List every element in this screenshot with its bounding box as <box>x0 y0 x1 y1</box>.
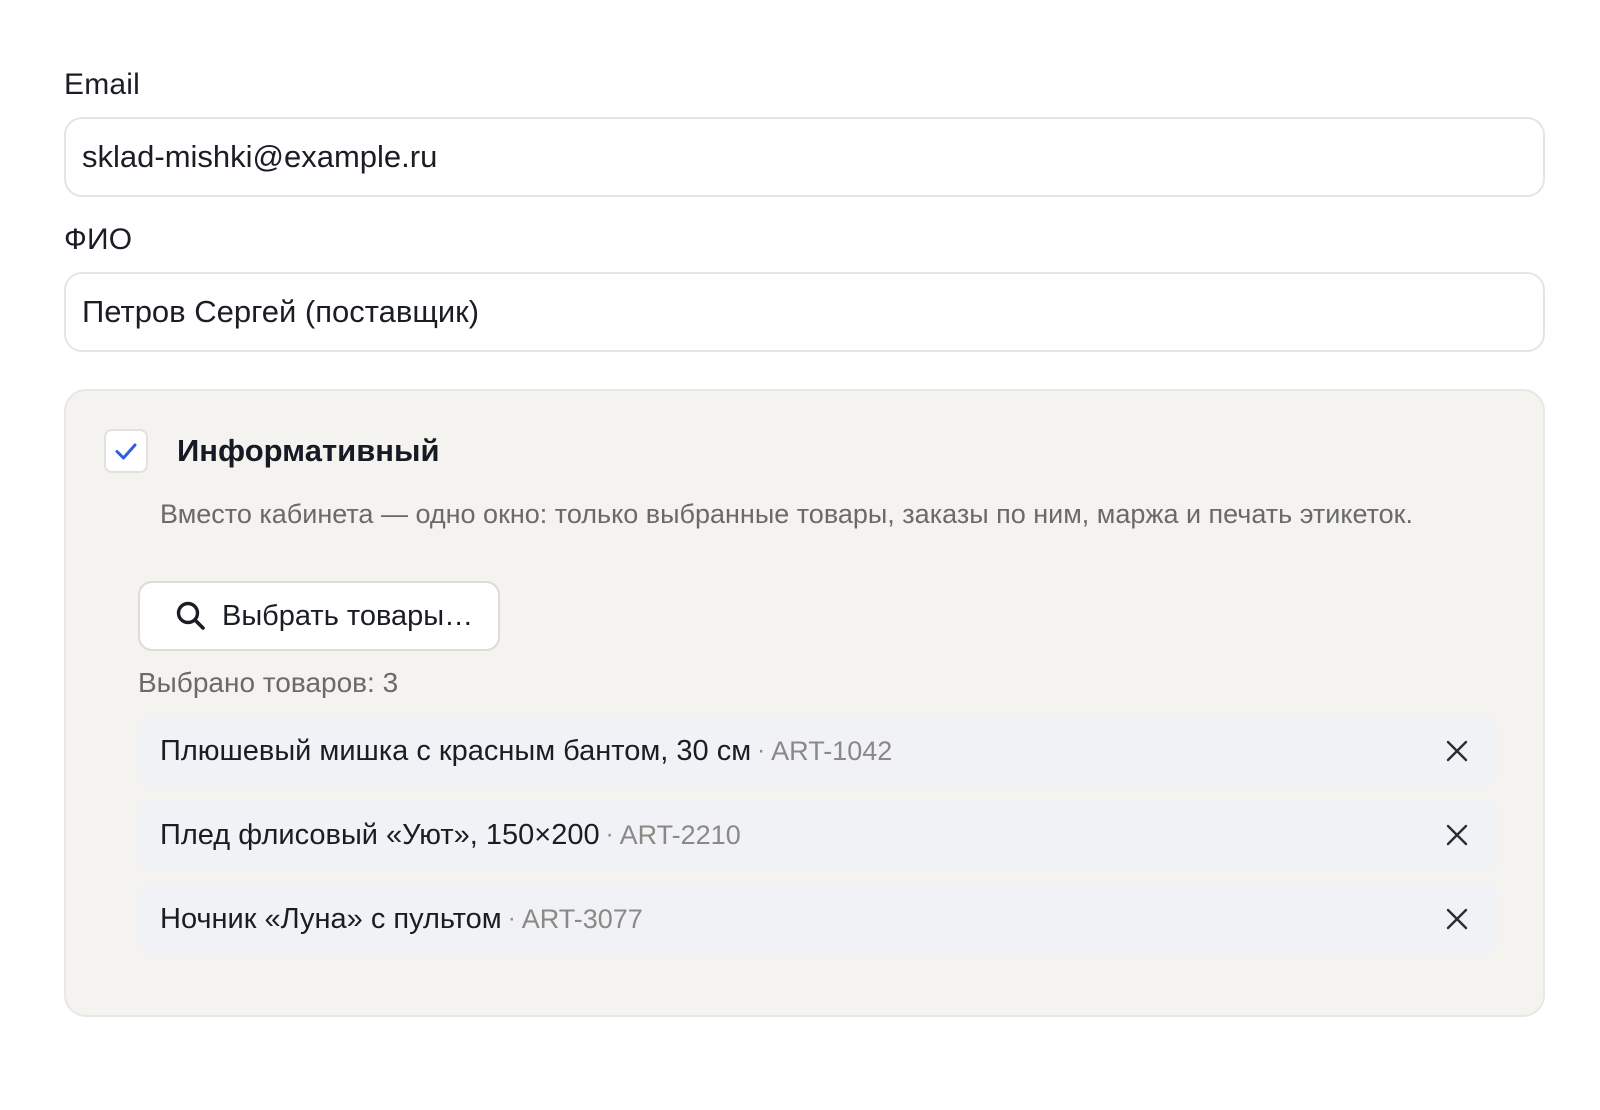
informative-mode-panel: Информативный Вместо кабинета — одно окн… <box>64 389 1545 1017</box>
product-name: Плед флисовый «Уют», 150×200 <box>160 818 600 851</box>
product-name: Плюшевый мишка с красным бантом, 30 см <box>160 734 752 767</box>
informative-description: Вместо кабинета — одно окно: только выбр… <box>160 499 1413 529</box>
list-item: Плед флисовый «Уют», 150×200 · ART-2210 <box>138 799 1498 871</box>
email-field[interactable] <box>64 117 1545 197</box>
selected-products-list: Плюшевый мишка с красным бантом, 30 см ·… <box>138 715 1498 967</box>
separator: · <box>507 905 516 932</box>
product-name: Ночник «Луна» с пультом <box>160 902 502 935</box>
list-item: Ночник «Луна» с пультом · ART-3077 <box>138 883 1498 955</box>
list-item: Плюшевый мишка с красным бантом, 30 см ·… <box>138 715 1498 787</box>
fio-label: ФИО <box>64 223 133 256</box>
close-icon[interactable] <box>1442 904 1472 934</box>
product-article: ART-1042 <box>771 735 893 766</box>
product-article: ART-2210 <box>619 819 741 850</box>
close-icon[interactable] <box>1442 820 1472 850</box>
separator: · <box>605 821 614 848</box>
informative-title: Информативный <box>177 433 440 468</box>
email-label: Email <box>64 68 141 101</box>
checkmark-icon <box>115 443 137 460</box>
close-icon[interactable] <box>1442 736 1472 766</box>
search-icon <box>174 599 208 633</box>
select-products-button[interactable]: Выбрать товары… <box>138 581 500 651</box>
product-article: ART-3077 <box>521 903 643 934</box>
informative-checkbox[interactable] <box>104 429 148 473</box>
fio-field[interactable] <box>64 272 1545 352</box>
selected-count: Выбрано товаров: 3 <box>138 667 399 698</box>
select-products-label: Выбрать товары… <box>222 599 474 632</box>
separator: · <box>757 737 766 764</box>
